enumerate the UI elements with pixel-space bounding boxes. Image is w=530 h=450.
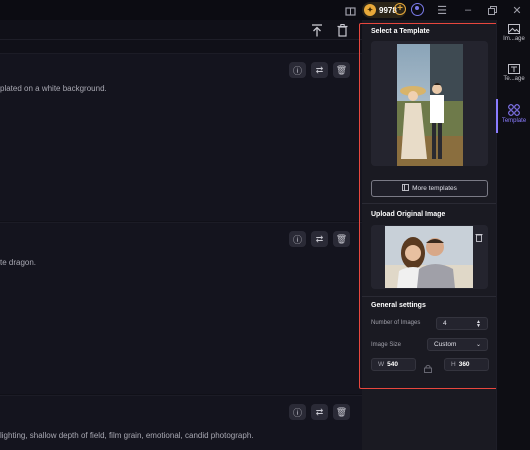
number-of-images-stepper[interactable]: 4 ▲ ▼ xyxy=(436,317,488,330)
chevron-down-icon: ⌄ xyxy=(475,342,481,348)
rail-item-text-image[interactable]: Te...age xyxy=(497,64,530,82)
plus-icon[interactable]: + xyxy=(394,3,406,15)
stepper-arrows-icon[interactable]: ▲ ▼ xyxy=(476,319,481,328)
active-indicator xyxy=(496,99,498,133)
nav-rail: Im...age Te...age Template xyxy=(496,20,530,450)
width-value: 540 xyxy=(387,361,398,368)
coin-icon: ✦ xyxy=(364,4,376,16)
regenerate-icon[interactable]: ⇄ xyxy=(311,231,328,247)
number-of-images-label: Number of Images xyxy=(371,320,421,326)
template-icon xyxy=(508,104,520,116)
rail-item-label: Template xyxy=(501,118,527,124)
template-image[interactable] xyxy=(371,41,488,166)
main-toolbar xyxy=(0,20,362,40)
upload-icon[interactable] xyxy=(309,22,325,38)
prompt-text: te dragon. xyxy=(0,258,37,267)
height-input[interactable]: H 360 xyxy=(444,358,489,371)
regenerate-icon[interactable]: ⇄ xyxy=(311,62,328,78)
divider xyxy=(362,203,496,204)
image-size-label: Image Size xyxy=(371,342,402,348)
regenerate-icon[interactable]: ⇄ xyxy=(311,404,328,420)
info-icon[interactable]: ⓘ xyxy=(289,62,306,78)
title-bar: ✦ 9978 + ☰ – ✕ xyxy=(0,0,530,20)
more-templates-label: More templates xyxy=(412,185,457,192)
rail-item-label: Te...age xyxy=(503,76,525,82)
height-value: 360 xyxy=(458,361,470,368)
info-icon[interactable]: ⓘ xyxy=(289,404,306,420)
lock-icon[interactable] xyxy=(424,360,432,373)
trash-icon[interactable] xyxy=(334,22,350,38)
gift-icon[interactable] xyxy=(343,3,357,17)
upload-original-title: Upload Original Image xyxy=(371,211,446,218)
rail-item-template[interactable]: Template xyxy=(497,104,530,124)
width-prefix: W xyxy=(378,361,385,368)
image-icon xyxy=(508,24,520,34)
delete-icon[interactable]: 🗑 xyxy=(333,231,350,247)
minimize-icon[interactable]: – xyxy=(461,3,475,17)
height-prefix: H xyxy=(451,361,456,368)
delete-upload-icon[interactable] xyxy=(475,229,484,242)
more-templates-button[interactable]: More templates xyxy=(371,180,488,197)
rail-item-image[interactable]: Im...age xyxy=(497,24,530,42)
select-template-title: Select a Template xyxy=(371,28,430,35)
image-size-value: Custom xyxy=(434,341,457,348)
uploaded-image[interactable] xyxy=(371,225,488,289)
general-settings-title: General settings xyxy=(371,302,426,309)
number-of-images-value: 4 xyxy=(443,320,447,327)
restore-icon[interactable] xyxy=(485,3,499,17)
image-size-select[interactable]: Custom ⌄ xyxy=(427,338,488,351)
prompt-text: lighting, shallow depth of field, film g… xyxy=(0,431,254,440)
delete-icon[interactable]: 🗑 xyxy=(333,62,350,78)
template-icon xyxy=(402,184,409,193)
delete-icon[interactable]: 🗑 xyxy=(333,404,350,420)
generation-card: ⓘ ⇄ 🗑 plated on a white background. xyxy=(0,53,362,221)
divider xyxy=(362,296,496,297)
text-image-icon xyxy=(508,64,520,74)
generation-card: ⓘ ⇄ 🗑 lighting, shallow depth of field, … xyxy=(0,395,362,450)
width-input[interactable]: W 540 xyxy=(371,358,416,371)
info-icon[interactable]: ⓘ xyxy=(289,231,306,247)
generation-card: ⓘ ⇄ 🗑 te dragon. xyxy=(0,222,362,394)
close-icon[interactable]: ✕ xyxy=(510,3,524,17)
rail-item-label: Im...age xyxy=(503,36,525,42)
prompt-text: plated on a white background. xyxy=(0,84,107,93)
user-icon[interactable] xyxy=(411,3,424,16)
menu-icon[interactable]: ☰ xyxy=(435,3,449,17)
